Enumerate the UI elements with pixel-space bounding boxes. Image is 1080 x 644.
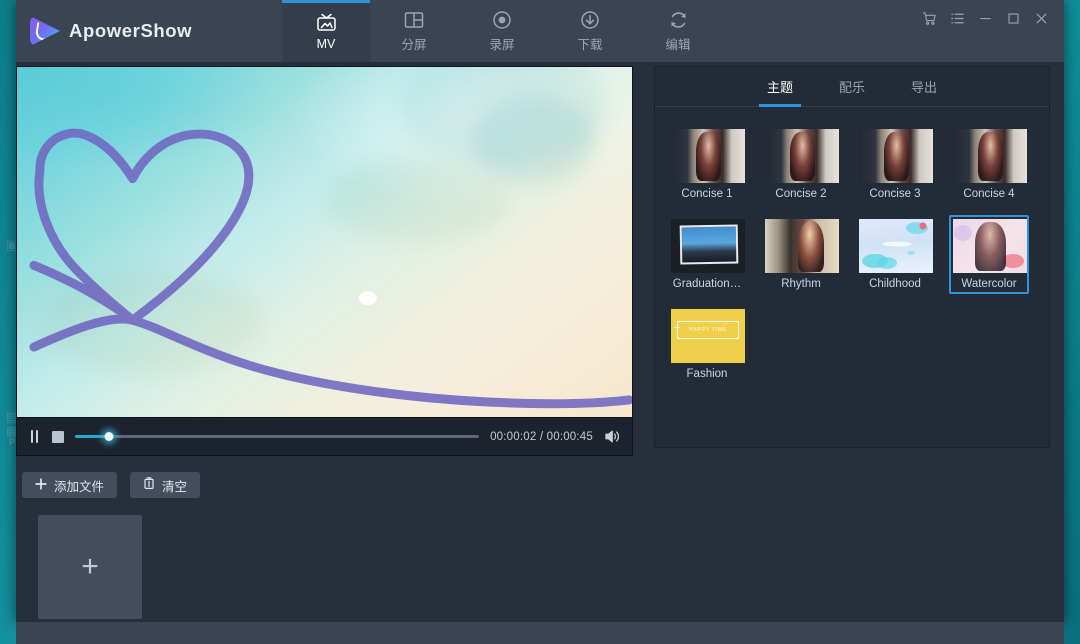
seek-track xyxy=(75,435,480,438)
nav-tab-record-screen[interactable]: 录屏 xyxy=(458,0,546,62)
theme-thumbnail xyxy=(859,219,933,273)
media-timeline-strip: + xyxy=(16,498,646,622)
window-controls xyxy=(916,0,1064,62)
application-window: ApowerShow MV 分屏 录屏 下载 编辑 00:00:02 / 00:… xyxy=(16,0,1064,622)
nav-tab-split-screen[interactable]: 分屏 xyxy=(370,0,458,62)
plus-icon: + xyxy=(81,550,99,583)
fashion-overlay-text: HAPPY TIME xyxy=(688,327,728,334)
theme-label: Graduation… xyxy=(672,278,742,290)
theme-item-concise-1[interactable]: Concise 1 xyxy=(667,125,747,204)
theme-item-watercolor[interactable]: Watercolor xyxy=(949,215,1029,294)
theme-thumbnail: + HAPPY TIME xyxy=(671,309,745,363)
minimize-icon[interactable] xyxy=(972,6,998,30)
title-bar: ApowerShow MV 分屏 录屏 下载 编辑 xyxy=(16,0,1064,62)
theme-label: Rhythm xyxy=(781,278,821,290)
theme-thumbnail xyxy=(765,129,839,183)
download-icon xyxy=(580,9,600,31)
nav-tab-edit[interactable]: 编辑 xyxy=(634,0,722,62)
panel-tab-export[interactable]: 导出 xyxy=(907,67,941,107)
theme-item-concise-4[interactable]: Concise 4 xyxy=(949,125,1029,204)
theme-label: Watercolor xyxy=(961,278,1017,290)
desktop-icon-label: P xyxy=(8,437,15,448)
brand: ApowerShow xyxy=(16,0,282,62)
theme-thumbnail xyxy=(671,219,745,273)
stop-icon[interactable] xyxy=(52,430,64,443)
seek-bar[interactable] xyxy=(75,430,480,444)
panel-tab-theme[interactable]: 主题 xyxy=(758,67,802,107)
pause-icon[interactable] xyxy=(28,429,41,444)
fashion-text-frame: HAPPY TIME xyxy=(676,320,740,340)
theme-grid: Concise 1 Concise 2 Concise 3 Concise 4 xyxy=(655,107,1049,384)
theme-item-concise-3[interactable]: Concise 3 xyxy=(855,125,935,204)
trash-icon xyxy=(143,477,155,493)
theme-label: Concise 2 xyxy=(775,188,827,200)
taskbar xyxy=(16,622,1064,644)
split-screen-icon xyxy=(404,9,424,31)
left-column: 00:00:02 / 00:00:45 添加文件 清空 + xyxy=(16,62,646,622)
theme-thumbnail xyxy=(671,129,745,183)
clear-label: 清空 xyxy=(162,479,188,494)
video-preview[interactable] xyxy=(16,66,633,418)
theme-label: Childhood xyxy=(869,278,921,290)
cart-icon[interactable] xyxy=(916,6,942,30)
theme-label: Fashion xyxy=(686,368,728,380)
nav-tab-label: 录屏 xyxy=(489,38,515,52)
theme-label: Concise 4 xyxy=(963,188,1015,200)
right-column: 主题 配乐 导出 Concise 1 Concise 2 Concise 3 C… xyxy=(646,62,1064,622)
maximize-icon[interactable] xyxy=(1000,6,1026,30)
add-media-placeholder[interactable]: + xyxy=(38,515,142,619)
theme-item-graduation[interactable]: Graduation… xyxy=(667,215,747,294)
panel-tab-music[interactable]: 配乐 xyxy=(835,67,869,107)
theme-label: Concise 3 xyxy=(869,188,921,200)
nav-tab-label: 编辑 xyxy=(665,38,691,52)
nav-tab-label: 下载 xyxy=(577,38,603,52)
panel-tabs: 主题 配乐 导出 xyxy=(655,67,1049,107)
tv-icon xyxy=(316,12,337,34)
nav-tab-download[interactable]: 下载 xyxy=(546,0,634,62)
theme-item-concise-2[interactable]: Concise 2 xyxy=(761,125,841,204)
window-body: 00:00:02 / 00:00:45 添加文件 清空 + 主题 配乐 导出 C… xyxy=(16,62,1064,622)
edit-refresh-icon xyxy=(668,9,689,31)
main-nav-tabs: MV 分屏 录屏 下载 编辑 xyxy=(282,0,722,62)
volume-icon[interactable] xyxy=(604,429,621,444)
theme-thumbnail xyxy=(953,129,1027,183)
plus-icon xyxy=(35,477,47,493)
theme-thumbnail xyxy=(859,129,933,183)
theme-panel: 主题 配乐 导出 Concise 1 Concise 2 Concise 3 C… xyxy=(654,66,1050,448)
file-action-row: 添加文件 清空 xyxy=(16,456,646,498)
player-controls: 00:00:02 / 00:00:45 xyxy=(16,418,633,456)
add-file-label: 添加文件 xyxy=(54,479,105,494)
seek-handle[interactable] xyxy=(104,432,114,441)
app-title: ApowerShow xyxy=(69,20,193,41)
theme-thumbnail xyxy=(765,219,839,273)
nav-tab-label: 分屏 xyxy=(401,38,427,52)
close-icon[interactable] xyxy=(1028,6,1054,30)
add-file-button[interactable]: 添加文件 xyxy=(22,472,118,498)
play-logo-icon xyxy=(30,16,60,46)
nav-tab-label: MV xyxy=(316,36,336,51)
video-frame xyxy=(17,67,632,417)
heart-drawing xyxy=(29,128,632,409)
list-icon[interactable] xyxy=(944,6,970,30)
clear-button[interactable]: 清空 xyxy=(130,472,201,498)
timecode: 00:00:02 / 00:00:45 xyxy=(490,430,593,443)
theme-item-childhood[interactable]: Childhood xyxy=(855,215,935,294)
theme-item-rhythm[interactable]: Rhythm xyxy=(761,215,841,294)
record-icon xyxy=(492,9,512,31)
theme-thumbnail xyxy=(953,219,1027,273)
theme-item-fashion[interactable]: + HAPPY TIME Fashion xyxy=(667,305,747,384)
theme-label: Concise 1 xyxy=(681,188,733,200)
nav-tab-mv[interactable]: MV xyxy=(282,0,370,62)
